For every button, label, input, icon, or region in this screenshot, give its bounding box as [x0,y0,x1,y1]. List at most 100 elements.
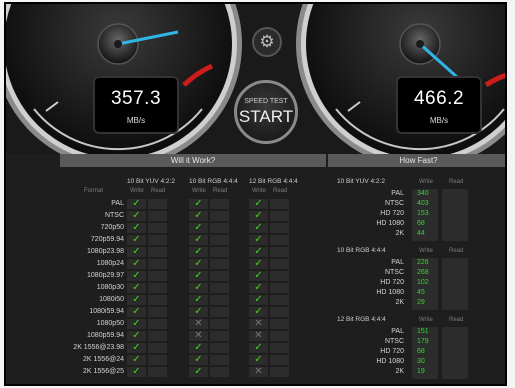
format-label: 1080i59.94 [89,308,124,315]
format-label: 1080p59.94 [87,332,124,339]
write-result-cell: ✓ [127,247,146,257]
write-speed-value: 179 [417,338,429,345]
write-result-cell: ✓ [127,271,146,281]
group-header: 10 Bit YUV 4:2:2 [127,178,175,185]
write-header: Write [130,188,144,194]
read-result-cell [210,271,229,281]
read-speed-unit: MB/s [429,116,449,125]
read-result-cell [210,319,229,329]
read-result-cell [148,235,167,245]
write-speed-unit: MB/s [126,116,146,125]
results-panel: Will it Work? How Fast? 10 Bit YUV 4:2:2… [6,154,505,384]
format-label: HD 1080 [376,289,404,296]
write-result-cell: ✕ [189,319,208,329]
write-speed-readout: 357.3 MB/s [93,76,179,134]
read-header: Read [449,317,464,323]
start-button-caption: SPEED TEST [244,98,288,105]
read-result-cell [148,343,167,353]
check-icon: ✓ [194,342,203,353]
format-label: PAL [391,328,404,335]
check-icon: ✓ [132,198,141,209]
check-icon: ✓ [254,270,263,281]
read-result-cell [270,199,289,209]
read-result-cell [148,223,167,233]
format-label: 2K [395,230,404,237]
read-result-cell [210,223,229,233]
check-icon: ✓ [254,246,263,257]
format-label: PAL [391,259,404,266]
write-result-cell: ✓ [127,355,146,365]
check-icon: ✓ [254,306,263,317]
check-icon: ✓ [132,342,141,353]
write-result-cell: ✓ [189,235,208,245]
write-result-cell: ✕ [249,319,268,329]
check-icon: ✓ [132,366,141,377]
write-result-cell: ✓ [249,199,268,209]
read-result-cell [270,235,289,245]
write-result-cell: ✓ [189,343,208,353]
cross-icon: ✕ [254,330,263,341]
read-column-box [442,258,468,310]
write-result-cell: ✓ [189,355,208,365]
cross-icon: ✕ [194,318,203,329]
write-speed-value: 226 [417,259,429,266]
check-icon: ✓ [132,318,141,329]
check-icon: ✓ [194,234,203,245]
write-speed-value: 268 [417,269,429,276]
write-result-cell: ✓ [189,211,208,221]
check-icon: ✓ [194,210,203,221]
check-icon: ✓ [132,306,141,317]
read-result-cell [270,271,289,281]
how-fast-title: How Fast? [328,154,505,167]
format-label: 1080p29.97 [87,272,124,279]
write-result-cell: ✓ [249,211,268,221]
check-icon: ✓ [254,354,263,365]
check-icon: ✓ [132,258,141,269]
check-icon: ✓ [254,222,263,233]
write-result-cell: ✓ [127,235,146,245]
read-result-cell [148,211,167,221]
format-label: HD 1080 [376,220,404,227]
write-result-cell: ✓ [249,283,268,293]
format-label: 2K [395,299,404,306]
check-icon: ✓ [132,210,141,221]
read-result-cell [210,355,229,365]
read-header: Read [449,248,464,254]
check-icon: ✓ [194,198,203,209]
check-icon: ✓ [132,294,141,305]
read-result-cell [148,319,167,329]
read-result-cell [210,343,229,353]
check-icon: ✓ [254,294,263,305]
group-header: 12 Bit RGB 4:4:4 [249,178,298,185]
read-result-cell [210,211,229,221]
write-speed-value: 68 [417,220,425,227]
write-result-cell: ✓ [189,367,208,377]
write-result-cell: ✓ [189,295,208,305]
app-window: 357.3 MB/s 466.2 MB/s ⚙ SPEED TEST START… [4,2,507,386]
read-result-cell [148,355,167,365]
write-result-cell: ✓ [127,211,146,221]
read-result-cell [148,283,167,293]
write-result-cell: ✓ [127,283,146,293]
check-icon: ✓ [194,366,203,377]
write-result-cell: ✓ [189,307,208,317]
check-icon: ✓ [254,198,263,209]
read-result-cell [148,199,167,209]
check-icon: ✓ [254,342,263,353]
format-label: 1080i50 [99,296,124,303]
read-result-cell [270,223,289,233]
cross-icon: ✕ [254,318,263,329]
read-result-cell [270,307,289,317]
settings-button[interactable]: ⚙ [252,27,282,57]
write-speed-value: 151 [417,328,429,335]
check-icon: ✓ [132,282,141,293]
write-result-cell: ✓ [189,259,208,269]
start-button[interactable]: SPEED TEST START [234,80,298,144]
write-result-cell: ✓ [127,199,146,209]
read-result-cell [210,199,229,209]
write-result-cell: ✕ [249,367,268,377]
format-label: NTSC [384,269,404,276]
format-label: NTSC [104,212,124,219]
format-label: 2K [395,368,404,375]
write-result-cell: ✕ [249,331,268,341]
